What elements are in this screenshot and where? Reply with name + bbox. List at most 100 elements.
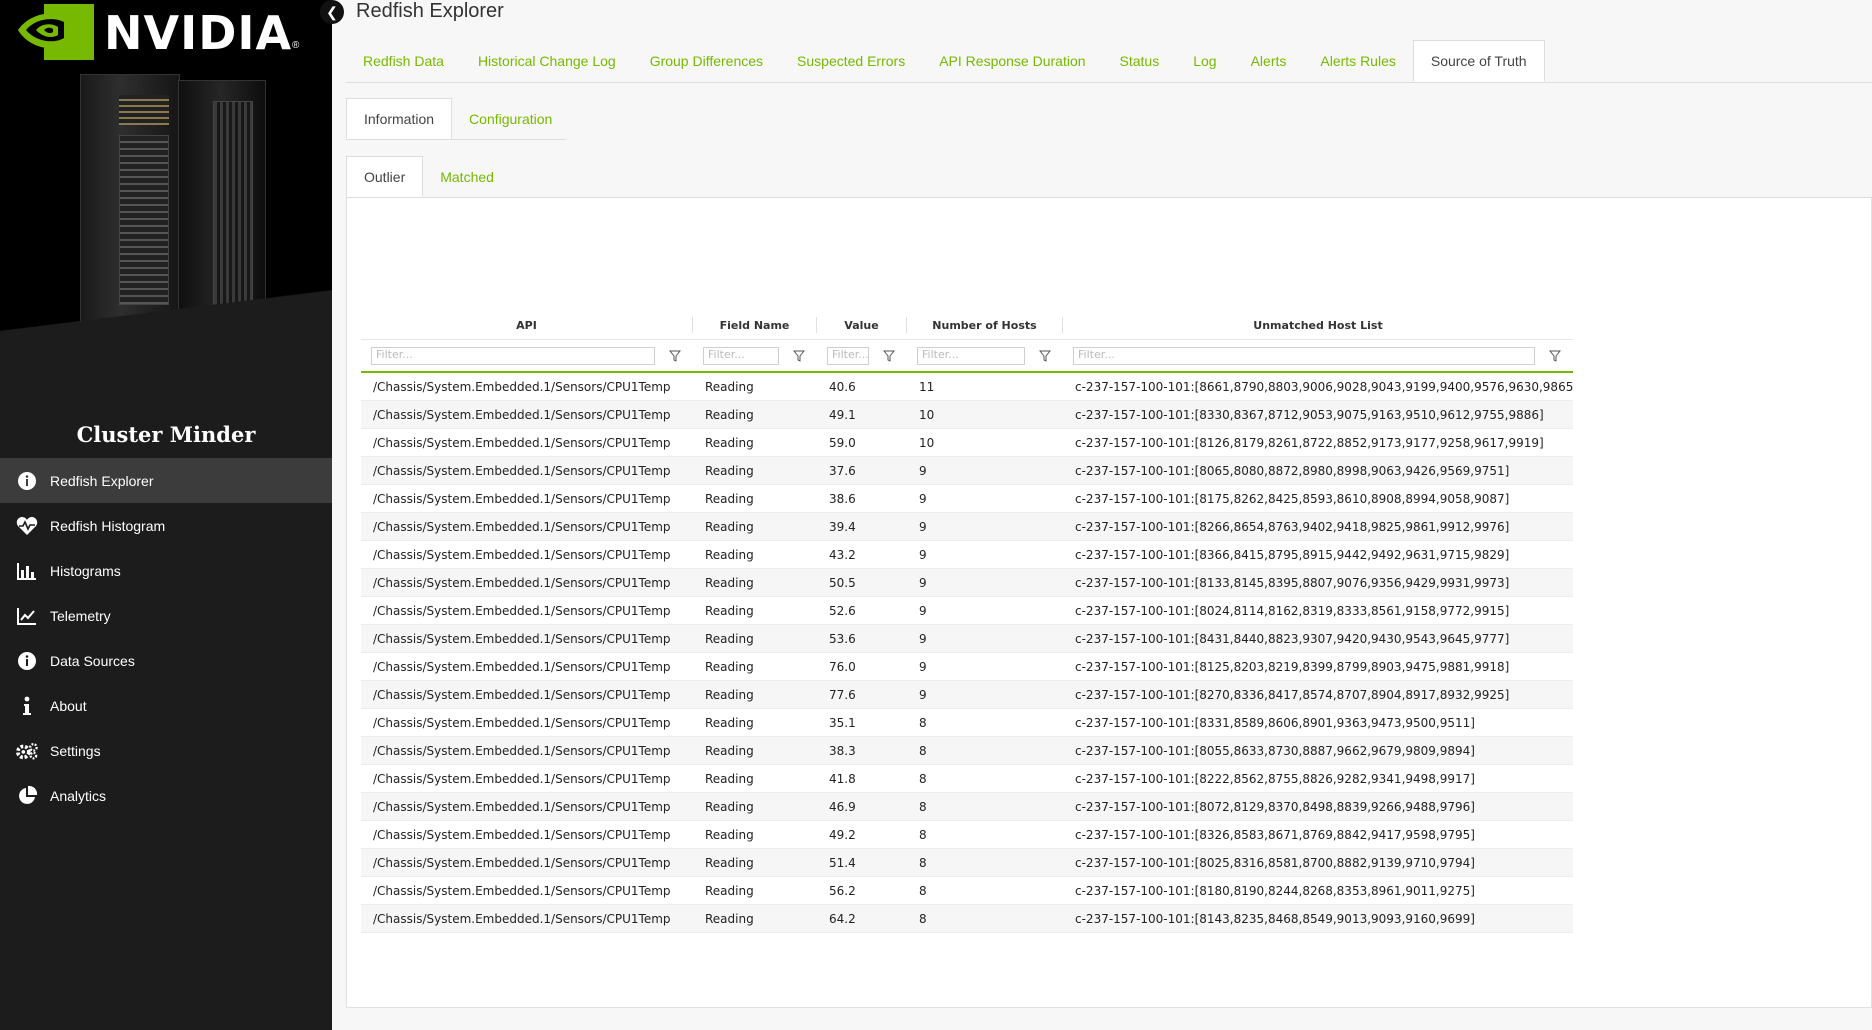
table-row[interactable]: /Chassis/System.Embedded.1/Sensors/CPU1T… <box>361 457 1573 485</box>
cell-number-of-hosts: 9 <box>919 463 927 478</box>
table-row[interactable]: /Chassis/System.Embedded.1/Sensors/CPU1T… <box>361 905 1573 933</box>
sidebar-item-settings[interactable]: Settings <box>0 728 332 773</box>
cell-number-of-hosts: 9 <box>919 631 927 646</box>
cell-number-of-hosts: 8 <box>919 743 927 758</box>
table-row[interactable]: /Chassis/System.Embedded.1/Sensors/CPU1T… <box>361 653 1573 681</box>
cell-value: 35.1 <box>829 715 856 730</box>
table-row[interactable]: /Chassis/System.Embedded.1/Sensors/CPU1T… <box>361 541 1573 569</box>
cell-api: /Chassis/System.Embedded.1/Sensors/CPU1T… <box>373 603 671 618</box>
filter-icon[interactable] <box>789 350 809 362</box>
value-filter-input[interactable]: Filter... <box>827 346 869 365</box>
sidebar-item-data-sources[interactable]: Data Sources <box>0 638 332 683</box>
filter-icon[interactable] <box>1035 350 1055 362</box>
cell-unmatched-host-list: c-237-157-100-101:[8175,8262,8425,8593,8… <box>1075 491 1510 506</box>
cell-field-name: Reading <box>705 827 754 842</box>
field-name-filter-input[interactable]: Filter... <box>703 346 779 365</box>
table-row[interactable]: /Chassis/System.Embedded.1/Sensors/CPU1T… <box>361 737 1573 765</box>
cell-number-of-hosts: 8 <box>919 771 927 786</box>
cell-api: /Chassis/System.Embedded.1/Sensors/CPU1T… <box>373 715 671 730</box>
number-of-hosts-filter-input[interactable]: Filter... <box>917 346 1025 365</box>
sidebar-item-telemetry[interactable]: Telemetry <box>0 593 332 638</box>
unmatched-host-list-filter-input[interactable]: Filter... <box>1073 346 1535 365</box>
api-filter-input[interactable]: Filter... <box>371 346 655 365</box>
cell-unmatched-host-list: c-237-157-100-101:[8331,8589,8606,8901,9… <box>1075 715 1475 730</box>
collapse-sidebar-button[interactable]: ❮ <box>320 0 344 24</box>
filter-cell: Filter... <box>693 340 817 371</box>
cell-field-name: Reading <box>705 491 754 506</box>
table-row[interactable]: /Chassis/System.Embedded.1/Sensors/CPU1T… <box>361 597 1573 625</box>
table-row[interactable]: /Chassis/System.Embedded.1/Sensors/CPU1T… <box>361 625 1573 653</box>
column-header-number-of-hosts[interactable]: Number of Hosts <box>907 317 1063 333</box>
tab-outlier[interactable]: Outlier <box>346 156 424 197</box>
cell-api: /Chassis/System.Embedded.1/Sensors/CPU1T… <box>373 519 671 534</box>
outlier-content: API Field Name Value Number of Hosts Unm… <box>346 198 1872 1008</box>
tab-alerts[interactable]: Alerts <box>1234 40 1304 82</box>
cell-number-of-hosts: 9 <box>919 603 927 618</box>
cell-value: 43.2 <box>829 547 856 562</box>
table-row[interactable]: /Chassis/System.Embedded.1/Sensors/CPU1T… <box>361 821 1573 849</box>
tab-status[interactable]: Status <box>1103 40 1177 82</box>
table-row[interactable]: /Chassis/System.Embedded.1/Sensors/CPU1T… <box>361 793 1573 821</box>
pie-chart-icon <box>16 785 38 807</box>
tab-log[interactable]: Log <box>1176 40 1233 82</box>
table-row[interactable]: /Chassis/System.Embedded.1/Sensors/CPU1T… <box>361 373 1573 401</box>
table-row[interactable]: /Chassis/System.Embedded.1/Sensors/CPU1T… <box>361 877 1573 905</box>
filter-cell: Filter... <box>1063 340 1573 371</box>
tab-historical-change-log[interactable]: Historical Change Log <box>461 40 633 82</box>
cell-value: 64.2 <box>829 911 856 926</box>
table-row[interactable]: /Chassis/System.Embedded.1/Sensors/CPU1T… <box>361 429 1573 457</box>
main-tabs: Redfish Data Historical Change Log Group… <box>346 40 1872 83</box>
tab-source-of-truth[interactable]: Source of Truth <box>1412 40 1545 82</box>
column-header-value[interactable]: Value <box>817 317 907 333</box>
sidebar-nav: Redfish Explorer Redfish Histogram Histo… <box>0 458 332 818</box>
tab-redfish-data[interactable]: Redfish Data <box>346 40 461 82</box>
filter-icon[interactable] <box>665 350 685 362</box>
column-header-api[interactable]: API <box>361 317 693 333</box>
information-tabs: Information Configuration <box>346 98 566 140</box>
table-row[interactable]: /Chassis/System.Embedded.1/Sensors/CPU1T… <box>361 765 1573 793</box>
cell-unmatched-host-list: c-237-157-100-101:[8072,8129,8370,8498,8… <box>1075 799 1475 814</box>
tab-api-response-duration[interactable]: API Response Duration <box>922 40 1102 82</box>
table-row[interactable]: /Chassis/System.Embedded.1/Sensors/CPU1T… <box>361 569 1573 597</box>
cell-unmatched-host-list: c-237-157-100-101:[8180,8190,8244,8268,8… <box>1075 883 1475 898</box>
tab-group-differences[interactable]: Group Differences <box>633 40 780 82</box>
nvidia-logo[interactable]: NVIDIA ® <box>16 4 299 60</box>
tab-configuration[interactable]: Configuration <box>452 98 569 139</box>
sidebar-item-about[interactable]: About <box>0 683 332 728</box>
filter-cell: Filter... <box>907 340 1063 371</box>
sidebar-item-redfish-histogram[interactable]: Redfish Histogram <box>0 503 332 548</box>
cell-api: /Chassis/System.Embedded.1/Sensors/CPU1T… <box>373 435 671 450</box>
cell-api: /Chassis/System.Embedded.1/Sensors/CPU1T… <box>373 855 671 870</box>
table-row[interactable]: /Chassis/System.Embedded.1/Sensors/CPU1T… <box>361 709 1573 737</box>
cell-field-name: Reading <box>705 435 754 450</box>
line-chart-icon <box>16 605 38 627</box>
cell-value: 38.6 <box>829 491 856 506</box>
sidebar-item-redfish-explorer[interactable]: Redfish Explorer <box>0 458 332 503</box>
filter-icon[interactable] <box>879 350 899 362</box>
app-title: Cluster Minder <box>76 422 256 447</box>
cell-unmatched-host-list: c-237-157-100-101:[8024,8114,8162,8319,8… <box>1075 603 1510 618</box>
cell-number-of-hosts: 10 <box>919 407 935 422</box>
table-row[interactable]: /Chassis/System.Embedded.1/Sensors/CPU1T… <box>361 849 1573 877</box>
sidebar-item-histograms[interactable]: Histograms <box>0 548 332 593</box>
cell-unmatched-host-list: c-237-157-100-101:[8330,8367,8712,9053,9… <box>1075 407 1544 422</box>
cell-number-of-hosts: 9 <box>919 519 927 534</box>
cell-number-of-hosts: 9 <box>919 659 927 674</box>
table-row[interactable]: /Chassis/System.Embedded.1/Sensors/CPU1T… <box>361 485 1573 513</box>
table-row[interactable]: /Chassis/System.Embedded.1/Sensors/CPU1T… <box>361 401 1573 429</box>
tab-matched[interactable]: Matched <box>423 156 511 197</box>
cell-api: /Chassis/System.Embedded.1/Sensors/CPU1T… <box>373 463 671 478</box>
table-row[interactable]: /Chassis/System.Embedded.1/Sensors/CPU1T… <box>361 681 1573 709</box>
cell-unmatched-host-list: c-237-157-100-101:[8431,8440,8823,9307,9… <box>1075 631 1510 646</box>
column-header-unmatched-host-list[interactable]: Unmatched Host List <box>1063 317 1573 333</box>
tab-suspected-errors[interactable]: Suspected Errors <box>780 40 922 82</box>
cell-unmatched-host-list: c-237-157-100-101:[8222,8562,8755,8826,9… <box>1075 771 1475 786</box>
column-header-field-name[interactable]: Field Name <box>693 317 817 333</box>
cell-unmatched-host-list: c-237-157-100-101:[8126,8179,8261,8722,8… <box>1075 435 1544 450</box>
sidebar-item-analytics[interactable]: Analytics <box>0 773 332 818</box>
cell-number-of-hosts: 10 <box>919 435 935 450</box>
tab-information[interactable]: Information <box>346 98 453 139</box>
tab-alerts-rules[interactable]: Alerts Rules <box>1303 40 1412 82</box>
table-row[interactable]: /Chassis/System.Embedded.1/Sensors/CPU1T… <box>361 513 1573 541</box>
filter-icon[interactable] <box>1545 350 1565 362</box>
